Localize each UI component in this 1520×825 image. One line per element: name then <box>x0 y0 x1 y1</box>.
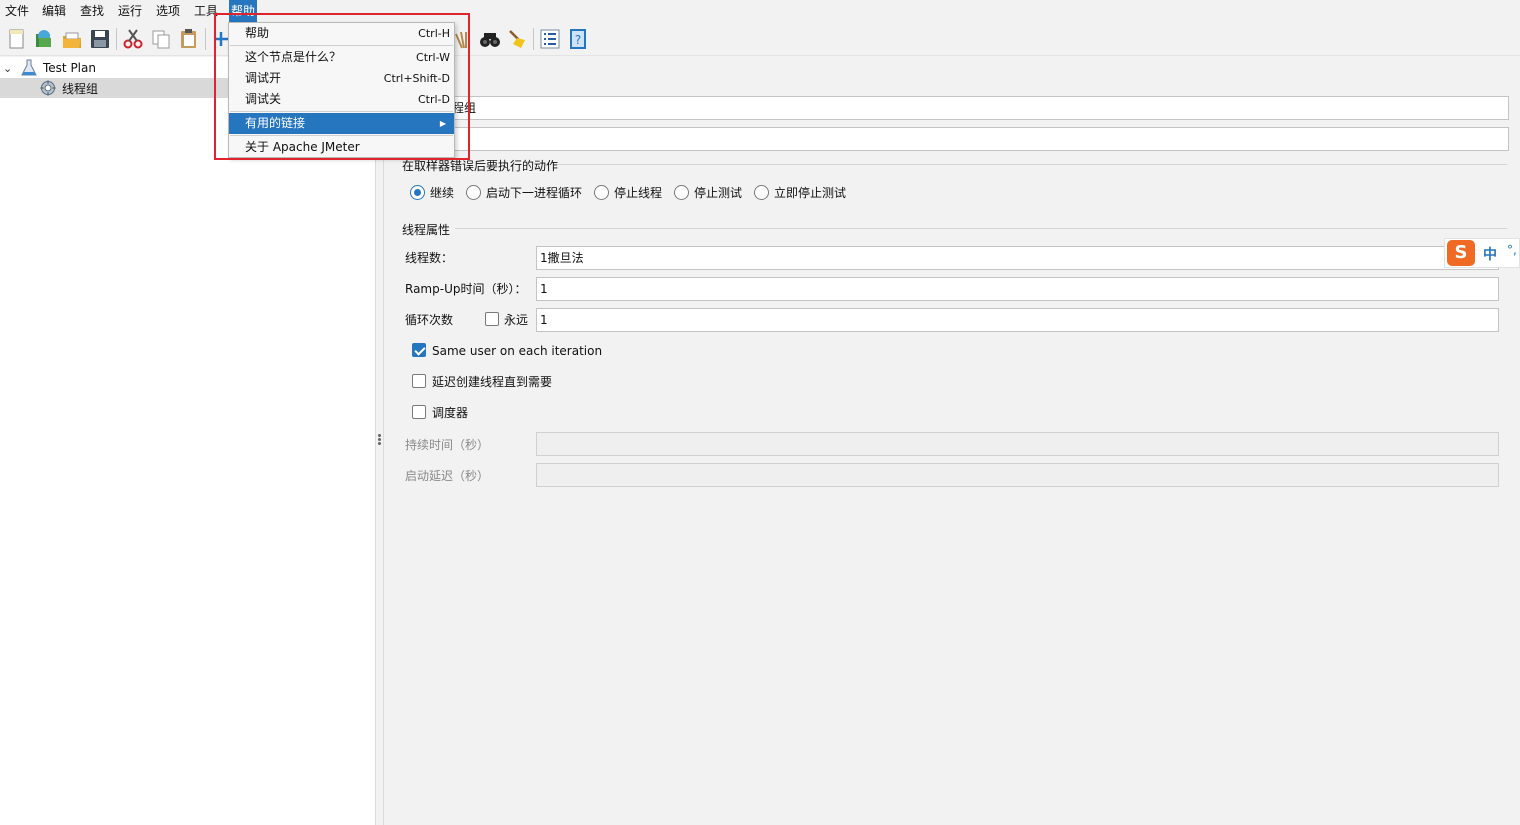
startup-delay-label: 启动延迟（秒） <box>405 469 490 483</box>
radio-stop-test[interactable] <box>674 185 689 200</box>
toolbar-separator <box>205 28 206 50</box>
radio-label-stop-test: 停止测试 <box>694 186 743 200</box>
loop-count-label: 循环次数 <box>405 313 454 327</box>
submenu-arrow-icon: ▶ <box>439 119 446 128</box>
radio-label-continue: 继续 <box>430 186 455 200</box>
radio-continue[interactable] <box>410 185 425 200</box>
new-icon[interactable] <box>5 27 29 51</box>
radio-stop-thread[interactable] <box>594 185 609 200</box>
toolbar-separator <box>116 28 117 50</box>
paste-icon[interactable] <box>177 27 201 51</box>
open-icon[interactable] <box>60 27 84 51</box>
section-divider <box>455 228 1507 229</box>
help-icon[interactable]: ? <box>566 27 590 51</box>
pane-splitter[interactable] <box>376 57 384 825</box>
ime-mode-label[interactable]: 中 <box>1483 244 1497 264</box>
menu-item-label: 帮助 <box>245 26 270 40</box>
expand-toggle-icon[interactable]: ⌄ <box>3 62 13 75</box>
menu-item-label: 关于 Apache JMeter <box>245 140 360 154</box>
menu-item-label: 调试开 <box>245 71 282 85</box>
thread-group-panel: 程组 在取样器错误后要执行的动作 继续 启动下一进程循环 停止线程 停止测试 立… <box>385 57 1520 825</box>
menu-item-shortcut: Ctrl-H <box>418 27 450 40</box>
threads-label: 线程数： <box>405 251 454 265</box>
duration-input <box>536 432 1499 456</box>
ime-status-bar[interactable]: S 中 °, <box>1444 238 1520 268</box>
test-plan-tree: ⌄ Test Plan 线程组 <box>0 57 376 825</box>
menu-search[interactable]: 查找 <box>78 3 106 19</box>
save-icon[interactable] <box>88 27 112 51</box>
menu-item-label: 有用的链接 <box>245 116 306 130</box>
tree-label: Test Plan <box>43 61 96 75</box>
menu-options[interactable]: 选项 <box>154 3 182 19</box>
menu-item-shortcut: Ctrl-D <box>417 93 450 106</box>
same-user-checkbox[interactable] <box>412 343 426 357</box>
radio-label-stop-test-now: 立即停止测试 <box>774 186 847 200</box>
tree-label: 线程组 <box>62 81 99 96</box>
cut-icon[interactable] <box>121 27 145 51</box>
forever-label: 永远 <box>504 313 529 327</box>
delay-thread-creation-checkbox[interactable] <box>412 374 426 388</box>
radio-stop-test-now[interactable] <box>754 185 769 200</box>
same-user-label: Same user on each iteration <box>432 344 603 358</box>
radio-label-stop-thread: 停止线程 <box>614 186 663 200</box>
startup-delay-input <box>536 463 1499 487</box>
comments-field[interactable] <box>451 127 1509 151</box>
templates-icon[interactable] <box>32 27 56 51</box>
thread-properties-title: 线程属性 <box>402 223 451 237</box>
copy-icon[interactable] <box>149 27 173 51</box>
toolbar-separator <box>533 28 534 50</box>
clear-all-icon[interactable] <box>506 27 530 51</box>
search-icon[interactable] <box>478 27 502 51</box>
menu-tools[interactable]: 工具 <box>192 3 220 19</box>
menu-run[interactable]: 运行 <box>116 3 144 19</box>
splitter-grip-icon <box>378 434 381 446</box>
menu-separator <box>230 135 453 136</box>
rampup-label: Ramp-Up时间（秒）： <box>405 282 527 296</box>
threads-input[interactable]: 1撒旦法 <box>536 246 1499 270</box>
menu-edit[interactable]: 编辑 <box>40 3 68 19</box>
menu-bar: 文件 编辑 查找 运行 选项 工具 帮助 <box>0 0 1520 22</box>
scheduler-checkbox[interactable] <box>412 405 426 419</box>
ime-punct-label[interactable]: °, <box>1507 243 1517 257</box>
help-menu-item-useful-links[interactable]: 有用的链接 ▶ <box>229 113 454 134</box>
forever-checkbox[interactable] <box>485 312 499 326</box>
help-menu-item-help[interactable]: 帮助 Ctrl-H <box>229 23 454 44</box>
help-menu-item-debug-on[interactable]: 调试开 Ctrl+Shift-D <box>229 68 454 89</box>
menu-item-label: 调试关 <box>245 92 282 106</box>
menu-item-shortcut: Ctrl+Shift-D <box>383 72 450 85</box>
duration-label: 持续时间（秒） <box>405 438 490 452</box>
function-helper-icon[interactable] <box>538 27 562 51</box>
menu-help[interactable]: 帮助 <box>229 0 258 22</box>
menu-file[interactable]: 文件 <box>3 3 31 19</box>
scheduler-label: 调度器 <box>432 406 469 420</box>
help-menu-item-about[interactable]: 关于 Apache JMeter <box>229 137 454 158</box>
radio-start-next-loop[interactable] <box>466 185 481 200</box>
gear-icon <box>40 80 56 96</box>
delay-thread-creation-label: 延迟创建线程直到需要 <box>432 375 553 389</box>
test-plan-flask-icon <box>20 59 38 77</box>
menu-item-label: 这个节点是什么？ <box>245 50 342 64</box>
help-menu-dropdown: 帮助 Ctrl-H 这个节点是什么？ Ctrl-W 调试开 Ctrl+Shift… <box>228 22 455 158</box>
help-menu-item-debug-off[interactable]: 调试关 Ctrl-D <box>229 89 454 110</box>
svg-text:?: ? <box>575 33 581 47</box>
section-divider <box>557 164 1507 165</box>
on-error-section-title: 在取样器错误后要执行的动作 <box>402 159 559 173</box>
menu-separator <box>230 111 453 112</box>
help-menu-item-what-is-this[interactable]: 这个节点是什么？ Ctrl-W <box>229 47 454 68</box>
menu-separator <box>230 45 453 46</box>
rampup-input[interactable]: 1 <box>536 277 1499 301</box>
sogou-logo-icon: S <box>1447 240 1475 266</box>
name-field[interactable]: 程组 <box>451 96 1509 120</box>
radio-label-start-next-loop: 启动下一进程循环 <box>486 186 583 200</box>
menu-item-shortcut: Ctrl-W <box>416 51 450 64</box>
loop-count-input[interactable]: 1 <box>536 308 1499 332</box>
